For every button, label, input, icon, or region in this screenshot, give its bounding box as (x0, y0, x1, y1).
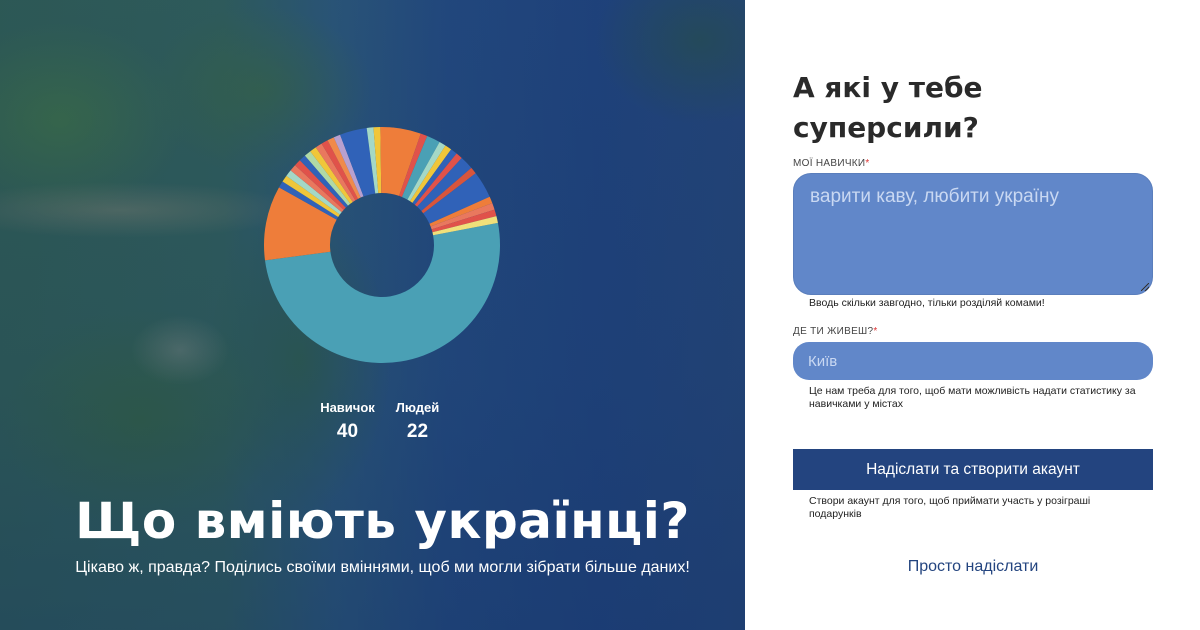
skills-textarea[interactable] (793, 173, 1153, 295)
hero-subtitle: Цікаво ж, правда? Поділись своїми вміння… (75, 559, 690, 576)
submit-hint: Створи акаунт для того, щоб приймати уча… (809, 495, 1091, 520)
submit-and-register-button[interactable]: Надіслати та створити акаунт (793, 449, 1153, 490)
skills-donut-chart (262, 125, 502, 365)
signup-form: А які у тебе суперсили? МОЇ НАВИЧКИ* Вво… (745, 0, 1200, 630)
city-required-mark: * (873, 326, 878, 337)
form-title: А які у тебе суперсили? (793, 71, 983, 144)
just-send-link[interactable]: Просто надіслати (793, 558, 1153, 576)
skills-field-label: МОЇ НАВИЧКИ* (793, 158, 870, 169)
city-hint: Це нам треба для того, щоб мати можливіс… (809, 385, 1136, 410)
stat-skills-label: Навичок (320, 400, 375, 415)
textarea-resize-handle[interactable] (1141, 283, 1149, 291)
city-label-text: ДЕ ТИ ЖИВЕШ? (793, 326, 874, 337)
stat-skills-value: 40 (336, 421, 359, 442)
donut-chart-svg (264, 127, 500, 363)
stat-people-value: 22 (406, 421, 429, 442)
stat-skills: Навичок 40 (319, 400, 377, 443)
stats-row: Навичок 40 Людей 22 (0, 400, 745, 443)
hero-title: Що вміють українці? (75, 492, 690, 550)
city-field-label: ДЕ ТИ ЖИВЕШ?* (793, 326, 878, 337)
city-input[interactable] (793, 342, 1153, 380)
skills-required-mark: * (865, 158, 870, 169)
skills-label-text: МОЇ НАВИЧКИ (793, 158, 866, 169)
stat-people-label: Людей (395, 400, 440, 415)
hero-section: Навичок 40 Людей 22 Що вміють українці? … (0, 0, 745, 630)
stat-people: Людей 22 (389, 400, 447, 443)
skills-hint: Вводь скільки завгодно, тільки розділяй … (809, 297, 1045, 309)
